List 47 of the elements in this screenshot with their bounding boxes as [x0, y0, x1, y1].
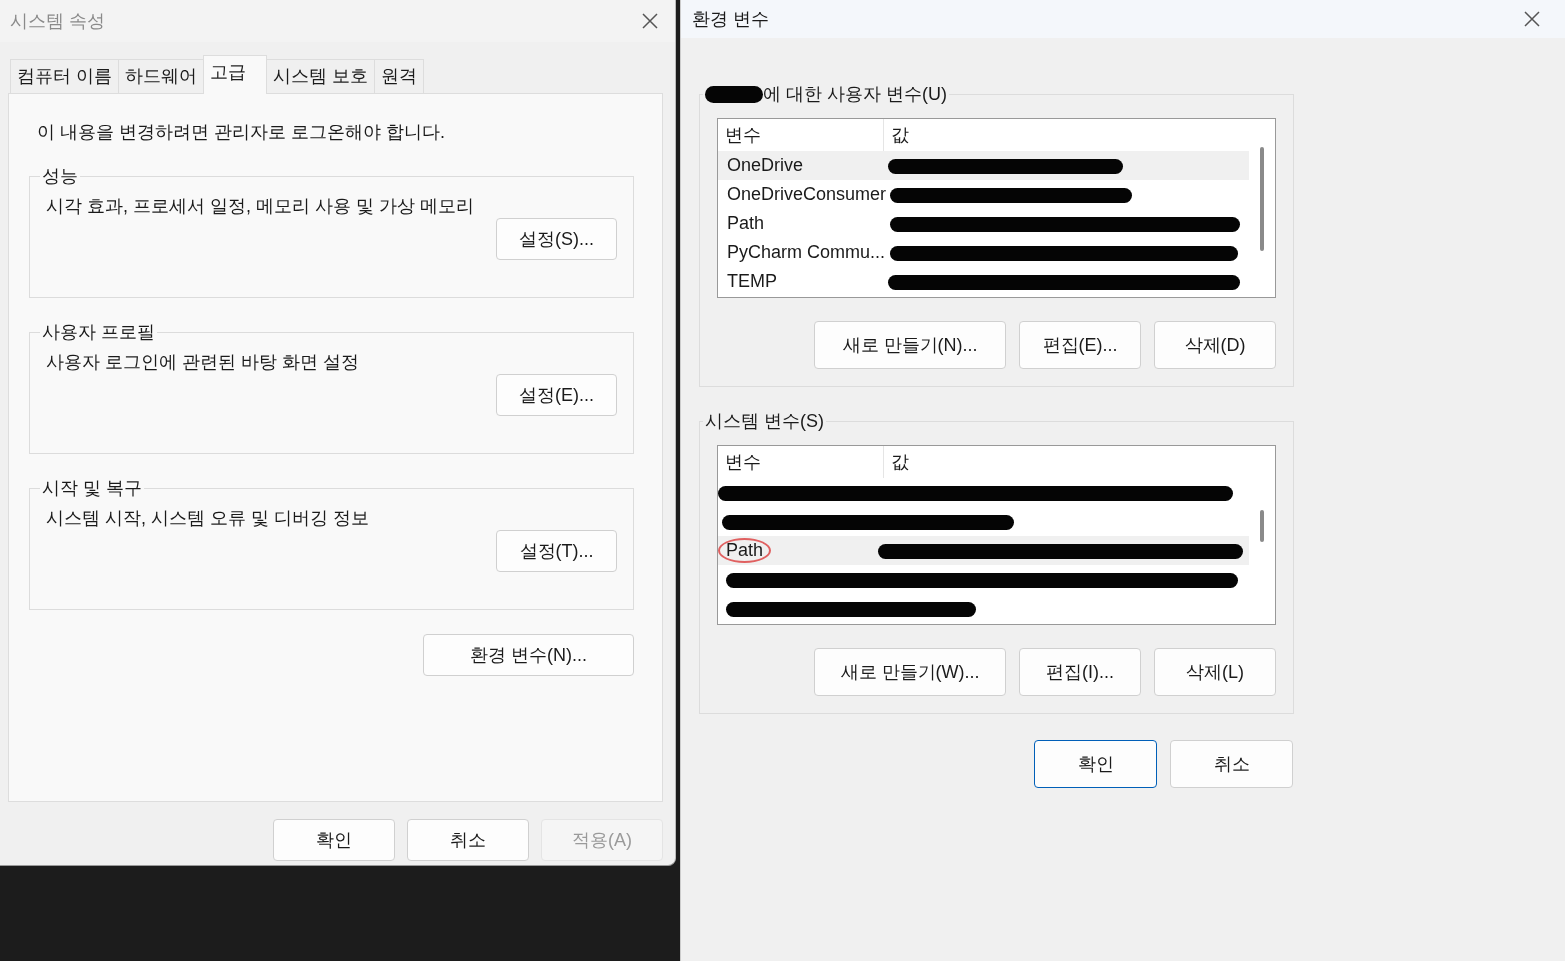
list-action-button[interactable]: 삭제(D) — [1154, 321, 1276, 369]
tab[interactable]: 고급 — [203, 55, 267, 94]
group-title: 성능 — [41, 165, 79, 188]
group-title: 시스템 변수(S) — [705, 410, 824, 433]
group-title: 사용자 프로필 — [41, 321, 156, 344]
variable-name: Path — [718, 538, 772, 563]
group-description: 사용자 로그인에 관련된 바탕 화면 설정 — [46, 351, 360, 374]
variable-name: OneDrive — [726, 155, 805, 176]
variable-name: TEMP — [726, 271, 778, 292]
variable-name: OneDriveConsumer — [726, 184, 888, 205]
window-title: 환경 변수 — [692, 8, 769, 31]
group-title: 시작 및 복구 — [41, 477, 143, 500]
variable-name: Path — [726, 213, 766, 234]
list-action-button[interactable]: 새로 만들기(W)... — [814, 648, 1006, 696]
notice-text: 이 내용을 변경하려면 관리자로 로그온해야 합니다. — [37, 121, 446, 144]
list-row[interactable]: OneDrive — [718, 151, 1249, 180]
list-row[interactable]: OneDriveConsumer — [718, 180, 1249, 209]
dialog-button[interactable]: 취소 — [407, 819, 529, 861]
scrollbar-thumb[interactable] — [1260, 510, 1264, 542]
list-action-button[interactable]: 편집(I)... — [1019, 648, 1141, 696]
list-row[interactable]: PyCharm Commu... — [718, 238, 1249, 267]
variable-list[interactable]: 변수 값 OneDrive OneDriveConsumer Path PyCharm Commu... TEMP — [717, 118, 1276, 298]
tab[interactable]: 컴퓨터 이름 — [10, 59, 119, 93]
list-action-button[interactable]: 편집(E)... — [1019, 321, 1141, 369]
variable-list[interactable]: 변수 값 Path — [717, 445, 1276, 625]
list-action-button[interactable]: 삭제(L) — [1154, 648, 1276, 696]
scrollbar-thumb[interactable] — [1260, 147, 1264, 251]
environment-variables-button[interactable]: 환경 변수(N)... — [423, 634, 634, 676]
group-description: 시각 효과, 프로세서 일정, 메모리 사용 및 가상 메모리 — [46, 195, 475, 218]
group-title: 에 대한 사용자 변수(U) — [763, 83, 947, 106]
settings-button[interactable]: 설정(E)... — [496, 374, 617, 416]
list-row[interactable]: TEMP — [718, 267, 1249, 296]
column-header[interactable]: 값 — [884, 123, 909, 147]
dialog-button[interactable]: 취소 — [1170, 740, 1293, 788]
column-header[interactable]: 변수 — [718, 446, 884, 478]
variable-name: PyCharm Commu... — [726, 242, 887, 263]
list-row[interactable]: Path — [718, 209, 1249, 238]
dialog-button[interactable]: 확인 — [273, 819, 395, 861]
list-action-button[interactable]: 새로 만들기(N)... — [814, 321, 1006, 369]
settings-button[interactable]: 설정(S)... — [496, 218, 617, 260]
window-title: 시스템 속성 — [10, 10, 105, 33]
dialog-button[interactable]: 확인 — [1034, 740, 1157, 788]
group-description: 시스템 시작, 시스템 오류 및 디버깅 정보 — [46, 507, 370, 530]
tab[interactable]: 원격 — [374, 59, 425, 93]
list-row[interactable]: Path — [718, 536, 1249, 565]
settings-button[interactable]: 설정(T)... — [496, 530, 617, 572]
column-header[interactable]: 값 — [884, 450, 909, 474]
